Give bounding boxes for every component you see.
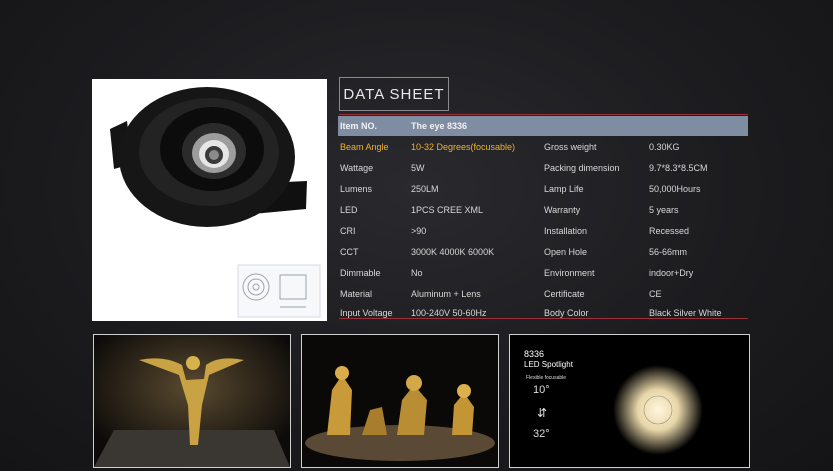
- spec-value: 5W: [411, 162, 425, 173]
- spec-label: LED: [340, 204, 358, 215]
- min-angle: 10°: [533, 384, 550, 396]
- flexible-label: Flexible focusable: [526, 375, 567, 381]
- spec-label: Lumens: [340, 183, 373, 194]
- spec-value: 5 years: [649, 204, 679, 215]
- spec-label: Certificate: [544, 288, 585, 299]
- spec-table: Item NO. The eye 8336 Beam Angle 10-32 D…: [338, 116, 748, 321]
- up-down-arrow-icon: ⇵: [537, 406, 548, 420]
- spec-value: 0.30KG: [649, 141, 680, 152]
- table-row: LED 1PCS CREE XML Warranty 5 years: [338, 199, 748, 220]
- spec-value: No: [411, 267, 423, 278]
- spec-label: Warranty: [544, 204, 581, 215]
- table-row: Wattage 5W Packing dimension 9.7*8.3*8.5…: [338, 157, 748, 178]
- spec-value: 3000K 4000K 6000K: [411, 246, 495, 257]
- item-no-label: Item NO.: [338, 116, 409, 136]
- table-row: Material Aluminum + Lens Certificate CE: [338, 283, 748, 304]
- datasheet-title: DATA SHEET: [339, 77, 449, 111]
- spec-value: 1PCS CREE XML: [411, 204, 484, 215]
- spec-value: 9.7*8.3*8.5CM: [649, 162, 708, 173]
- item-no-value: The eye 8336: [409, 116, 542, 136]
- max-angle: 32°: [533, 428, 550, 440]
- light-beam-icon: [613, 365, 703, 455]
- table-row: Dimmable No Environment indoor+Dry: [338, 262, 748, 283]
- spec-label: Environment: [544, 267, 595, 278]
- table-header-row: Item NO. The eye 8336: [338, 116, 748, 136]
- model-code: 8336: [524, 349, 545, 359]
- spec-label: Open Hole: [544, 246, 588, 257]
- spec-value: 250LM: [411, 183, 439, 194]
- spec-label: Lamp Life: [544, 183, 584, 194]
- spec-label: Dimmable: [340, 267, 381, 278]
- table-row: Beam Angle 10-32 Degrees(focusable) Gros…: [338, 136, 748, 157]
- spec-label: Beam Angle: [340, 141, 389, 152]
- spotlight-info-card: 8336 LED Spotlight Flexible focusable 10…: [509, 334, 750, 468]
- spec-label: CCT: [340, 246, 359, 257]
- product-name: LED Spotlight: [524, 360, 573, 369]
- table-bottom-divider: [339, 318, 748, 319]
- spec-value: CE: [649, 288, 662, 299]
- spec-value: Aluminum + Lens: [411, 288, 481, 299]
- spec-value: 10-32 Degrees(focusable): [411, 141, 516, 152]
- spec-label: Installation: [544, 225, 588, 236]
- spec-label: CRI: [340, 225, 356, 236]
- spec-value: indoor+Dry: [649, 267, 694, 278]
- spec-label: Wattage: [340, 162, 374, 173]
- product-image: [92, 79, 327, 321]
- table-row: CCT 3000K 4000K 6000K Open Hole 56-66mm: [338, 241, 748, 262]
- title-divider: [339, 114, 748, 115]
- spec-value: Recessed: [649, 225, 690, 236]
- spec-label: Packing dimension: [544, 162, 620, 173]
- spec-value: 56-66mm: [649, 246, 688, 257]
- spec-label: Gross weight: [544, 141, 597, 152]
- table-row: Lumens 250LM Lamp Life 50,000Hours: [338, 178, 748, 199]
- application-photo-crucifix: [93, 334, 291, 468]
- spec-value: 50,000Hours: [649, 183, 701, 194]
- application-photo-figurines: [301, 334, 499, 468]
- spec-value: >90: [411, 225, 427, 236]
- spec-label: Material: [340, 288, 373, 299]
- table-row: CRI >90 Installation Recessed: [338, 220, 748, 241]
